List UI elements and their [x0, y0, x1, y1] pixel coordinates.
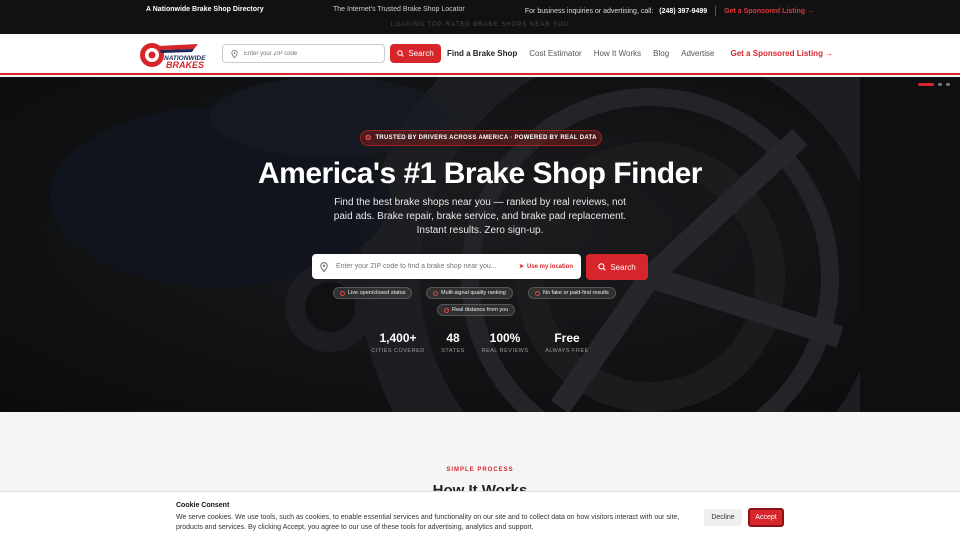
hero-search-button[interactable]: Search [586, 254, 648, 280]
feature-icon [444, 307, 449, 313]
search-icon [598, 263, 607, 271]
nav-link-find[interactable]: Find a Brake Shop [447, 49, 517, 58]
feature-pill: No fake or paid-first results [528, 287, 616, 299]
section-eyebrow: SIMPLE PROCESS [446, 467, 514, 473]
search-icon [397, 50, 405, 57]
stat-free: Free ALWAYS FREE [532, 331, 602, 354]
carousel-dot-2[interactable] [938, 83, 942, 86]
use-location-label: Use my location [526, 263, 573, 270]
trust-badge: ✪ TRUSTED BY DRIVERS ACROSS AMERICA · PO… [360, 130, 602, 146]
feature-pill-label: Real distance from you [452, 307, 509, 313]
trust-badge-text: TRUSTED BY DRIVERS ACROSS AMERICA · POWE… [375, 135, 597, 141]
use-location-button[interactable]: ➤ Use my location [518, 263, 573, 271]
nav-links: Find a Brake Shop Cost Estimator How It … [447, 49, 833, 58]
feature-pill-label: Multi-signal quality ranking [441, 290, 506, 296]
cookie-body: We serve cookies. We use tools, such as … [176, 514, 680, 531]
nav-link-how[interactable]: How It Works [594, 49, 641, 58]
feature-icon [433, 290, 438, 296]
sponsored-link-top[interactable]: Get a Sponsored Listing → [724, 8, 814, 15]
location-pin-icon [320, 261, 328, 272]
location-pin-icon [231, 49, 238, 58]
hero: ✪ TRUSTED BY DRIVERS ACROSS AMERICA · PO… [0, 77, 960, 412]
carousel-dots [918, 83, 950, 86]
nav-link-sponsored[interactable]: Get a Sponsored Listing → [731, 49, 834, 58]
stat-label: REAL REVIEWS [481, 348, 529, 354]
hero-zip-input[interactable] [336, 263, 519, 270]
divider [715, 6, 717, 16]
hero-overlay [0, 77, 960, 412]
cookie-title: Cookie Consent [176, 502, 230, 509]
carousel-dot-1[interactable] [918, 83, 934, 86]
nationwide-brakes-logo[interactable]: NATIONWIDE BRAKES [138, 40, 218, 70]
nav-search-button[interactable]: Search [390, 44, 441, 63]
tagline-left: A Nationwide Brake Shop Directory [146, 6, 264, 13]
nav-link-advertise[interactable]: Advertise [681, 49, 714, 58]
feature-pill-label: Live open/closed status [348, 290, 406, 296]
accept-button[interactable]: Accept [748, 508, 784, 527]
nav-search-box[interactable] [222, 44, 385, 63]
hero-search-box[interactable]: ➤ Use my location [312, 254, 581, 279]
stat-reviews: 100% REAL REVIEWS [470, 331, 540, 354]
stat-label: ALWAYS FREE [545, 348, 589, 354]
feature-icon [340, 290, 345, 296]
carousel-dot-3[interactable] [946, 83, 950, 86]
shield-icon: ✪ [365, 135, 372, 142]
nav-zip-input[interactable] [244, 50, 364, 57]
page: A Nationwide Brake Shop Directory The In… [0, 0, 960, 540]
feature-icon [535, 290, 540, 296]
top-bar: A Nationwide Brake Shop Directory The In… [0, 0, 960, 34]
hero-subtitle: Find the best brake shops near you — ran… [333, 197, 627, 236]
stat-value: Free [554, 331, 580, 345]
decline-button[interactable]: Decline [704, 509, 742, 526]
feature-pill: Live open/closed status [333, 287, 413, 299]
stat-value: 100% [489, 331, 521, 345]
loading-text: LOADING TOP-RATED BRAKE SHOPS NEAR YOU [390, 22, 570, 28]
phone-link[interactable]: (248) 397-9499 [659, 8, 707, 15]
nav-link-cost[interactable]: Cost Estimator [529, 49, 581, 58]
feature-pill: Real distance from you [437, 304, 516, 316]
logo-text-bottom: BRAKES [166, 60, 204, 70]
tagline-middle: The Internet's Trusted Brake Shop Locato… [333, 6, 465, 13]
contact-area: For business inquiries or advertising, c… [525, 6, 814, 16]
hero-title: America's #1 Brake Shop Finder [258, 157, 702, 190]
feature-pill: Multi-signal quality ranking [426, 287, 513, 299]
navigation-arrow-icon: ➤ [518, 264, 524, 270]
hero-search-button-label: Search [610, 262, 636, 272]
nav-search-button-label: Search [408, 49, 434, 58]
contact-label: For business inquiries or advertising, c… [524, 7, 654, 15]
cookie-banner: Cookie Consent We serve cookies. We use … [0, 491, 960, 540]
navbar: NATIONWIDE BRAKES Search Find a Brake Sh… [0, 34, 960, 75]
feature-pill-label: No fake or paid-first results [543, 290, 609, 296]
nav-link-blog[interactable]: Blog [653, 49, 669, 58]
